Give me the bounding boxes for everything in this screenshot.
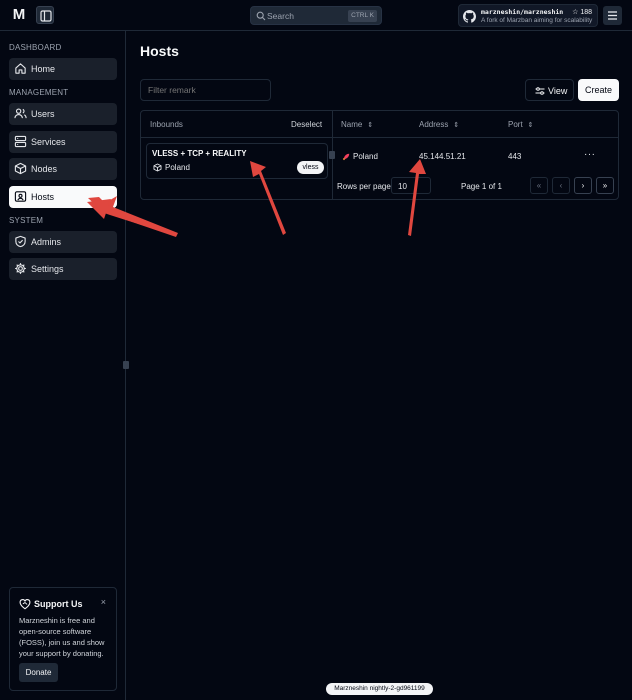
version-badge: Marzneshin nightly-2-gd961199 bbox=[326, 683, 433, 695]
sidebar-item-settings[interactable]: Settings bbox=[9, 258, 117, 280]
sort-icon: ⇕ bbox=[367, 122, 374, 129]
users-icon bbox=[14, 108, 27, 119]
shield-icon bbox=[15, 235, 26, 248]
repo-name: marzneshin/marzneshin bbox=[481, 8, 564, 16]
host-address: 45.144.51.21 bbox=[419, 152, 466, 161]
sidebar-item-home[interactable]: Home bbox=[9, 58, 117, 80]
row-actions-button[interactable]: ··· bbox=[584, 149, 596, 160]
sidebar-item-label: Admins bbox=[31, 237, 62, 247]
inbound-card[interactable]: VLESS + TCP + REALITY Poland vless bbox=[146, 143, 328, 179]
sidebar-resize-handle[interactable] bbox=[123, 361, 129, 369]
page-title: Hosts bbox=[140, 43, 179, 59]
create-button[interactable]: Create bbox=[578, 79, 619, 101]
search-label: Search bbox=[267, 11, 294, 21]
sidebar-item-label: Users bbox=[31, 109, 55, 119]
inbound-country: Poland bbox=[165, 163, 190, 172]
column-header-name[interactable]: Name ⇕ bbox=[341, 120, 373, 129]
sidebar-item-label: Hosts bbox=[31, 192, 55, 202]
first-page-button[interactable]: « bbox=[530, 177, 548, 194]
support-text: Marzneshin is free and open-source softw… bbox=[19, 616, 105, 658]
filter-remark-input[interactable] bbox=[140, 79, 271, 101]
box-icon bbox=[14, 162, 27, 175]
column-header-address[interactable]: Address ⇕ bbox=[419, 120, 459, 129]
hamburger-icon bbox=[608, 11, 617, 20]
sidebar-toggle-button[interactable] bbox=[36, 6, 54, 24]
repo-description: A fork of Marzban aiming for scalability bbox=[481, 17, 593, 24]
panel-resize-handle[interactable] bbox=[329, 151, 335, 159]
sidebar-item-users[interactable]: Users bbox=[9, 103, 117, 125]
rows-per-page-select[interactable]: 10 bbox=[391, 177, 431, 194]
support-card: Support Us × Marzneshin is free and open… bbox=[9, 587, 117, 691]
view-label: View bbox=[548, 86, 568, 96]
rows-per-page-label: Rows per page bbox=[337, 182, 391, 191]
gear-icon bbox=[15, 263, 26, 274]
section-title-dashboard: DASHBOARD bbox=[9, 43, 62, 52]
search-button[interactable]: Search CTRL K bbox=[250, 6, 382, 25]
column-header-port[interactable]: Port ⇕ bbox=[508, 120, 534, 129]
hosts-icon bbox=[14, 191, 27, 202]
heart-handshake-icon bbox=[19, 599, 31, 610]
previous-page-button[interactable]: ‹ bbox=[552, 177, 570, 194]
search-shortcut: CTRL K bbox=[348, 10, 377, 22]
host-name: Poland bbox=[353, 152, 378, 161]
sliders-icon bbox=[535, 87, 545, 95]
column-header-label: Name bbox=[341, 120, 363, 129]
inbound-title: VLESS + TCP + REALITY bbox=[152, 149, 247, 158]
next-page-button[interactable]: › bbox=[574, 177, 592, 194]
host-port: 443 bbox=[508, 152, 522, 161]
home-icon bbox=[15, 63, 26, 74]
inbounds-header: Inbounds bbox=[150, 120, 183, 129]
sidebar-item-label: Settings bbox=[31, 264, 64, 274]
section-title-system: SYSTEM bbox=[9, 216, 44, 225]
column-header-label: Address bbox=[419, 120, 449, 129]
hosts-panel: Inbounds Deselect VLESS + TCP + REALITY … bbox=[140, 110, 619, 200]
deselect-button[interactable]: Deselect bbox=[291, 120, 322, 129]
github-icon bbox=[463, 10, 476, 23]
sidebar-item-services[interactable]: Services bbox=[9, 131, 117, 153]
section-title-management: MANAGEMENT bbox=[9, 88, 69, 97]
repo-stars: ☆ 188 bbox=[572, 9, 592, 16]
menu-button[interactable] bbox=[603, 6, 622, 25]
search-icon bbox=[256, 11, 266, 21]
github-repo-link[interactable]: marzneshin/marzneshin ☆ 188 A fork of Ma… bbox=[458, 4, 598, 27]
sort-icon: ⇕ bbox=[453, 122, 460, 129]
page-info: Page 1 of 1 bbox=[461, 182, 502, 191]
panel-header-divider bbox=[141, 137, 618, 138]
server-icon bbox=[14, 135, 27, 148]
sidebar-item-label: Services bbox=[31, 137, 66, 147]
box-icon bbox=[153, 163, 162, 172]
view-button[interactable]: View bbox=[525, 79, 574, 101]
last-page-button[interactable]: » bbox=[596, 177, 614, 194]
sidebar-item-admins[interactable]: Admins bbox=[9, 231, 117, 253]
column-header-label: Port bbox=[508, 120, 523, 129]
panel-left-icon bbox=[40, 10, 52, 22]
support-title: Support Us bbox=[34, 599, 83, 609]
top-bar: M Search CTRL K marzneshin/marzneshin ☆ … bbox=[0, 0, 632, 31]
rocket-icon bbox=[342, 153, 350, 161]
sidebar-item-label: Nodes bbox=[31, 164, 58, 174]
protocol-badge: vless bbox=[297, 161, 324, 174]
marzneshin-logo[interactable]: M bbox=[8, 5, 30, 25]
sidebar-item-nodes[interactable]: Nodes bbox=[9, 158, 117, 180]
sort-icon: ⇕ bbox=[527, 122, 534, 129]
sidebar-item-hosts[interactable]: Hosts bbox=[9, 186, 117, 208]
donate-button[interactable]: Donate bbox=[19, 663, 58, 682]
sidebar-item-label: Home bbox=[31, 64, 56, 74]
support-close-button[interactable]: × bbox=[101, 597, 106, 607]
